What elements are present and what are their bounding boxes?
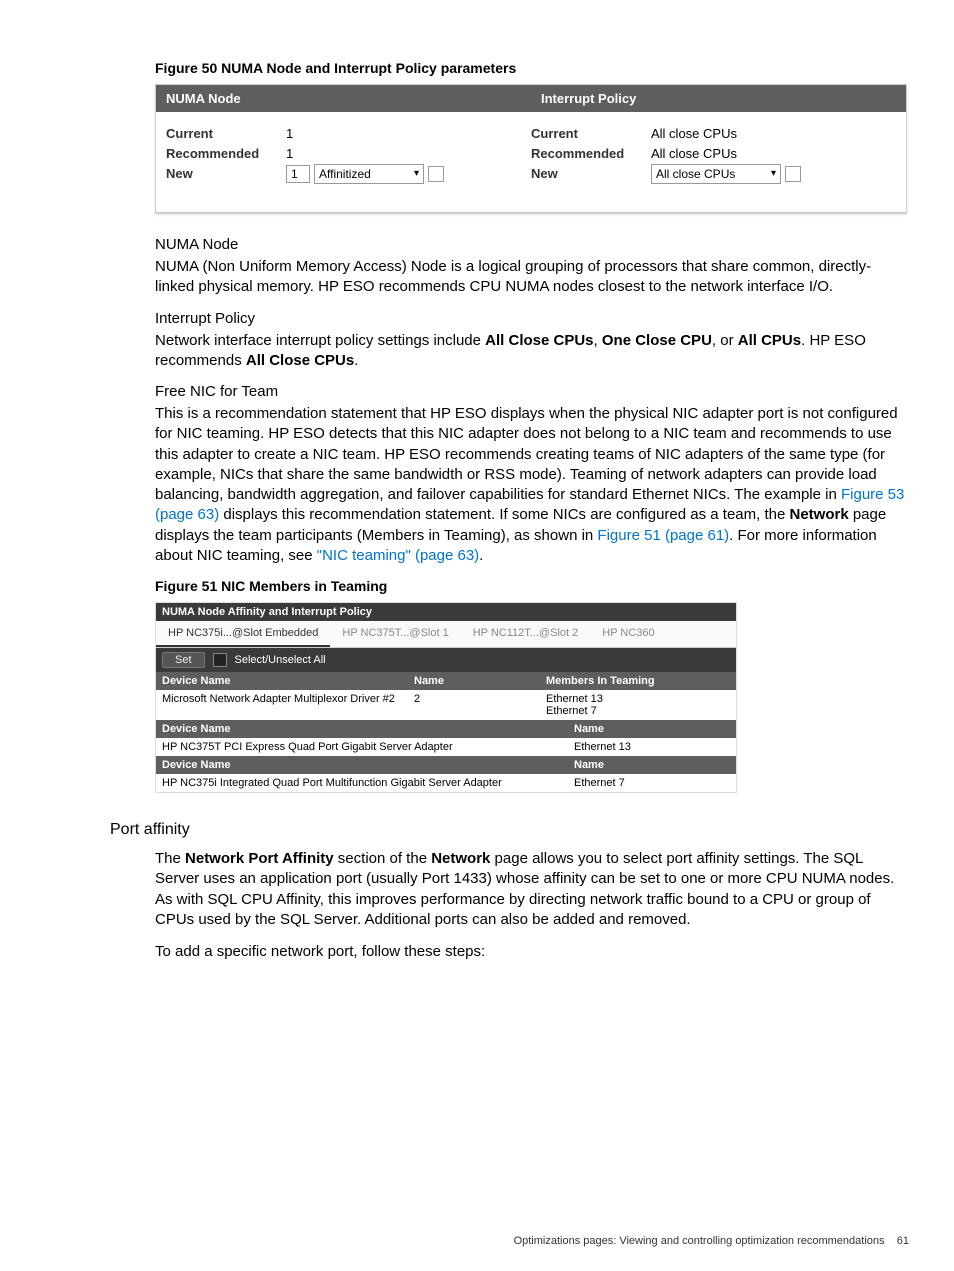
interrupt-policy-para: Network interface interrupt policy setti… xyxy=(155,331,905,372)
label-current: Current xyxy=(166,124,286,144)
ip-bold-3: All CPUs xyxy=(738,332,801,349)
interrupt-new-select[interactable]: All close CPUs ▾ xyxy=(651,164,781,184)
figure-50-panel: NUMA Node Interrupt Policy Current Recom… xyxy=(155,84,907,214)
hdr2-name: Name xyxy=(568,720,736,738)
hdr-name: Name xyxy=(408,672,540,690)
fig51-panel-title: NUMA Node Affinity and Interrupt Policy xyxy=(156,603,736,621)
label-new: New xyxy=(166,164,286,184)
link-figure-51[interactable]: Figure 51 (page 61) xyxy=(597,527,729,544)
interrupt-policy-label: Interrupt Policy xyxy=(155,310,905,327)
page-footer: Optimizations pages: Viewing and control… xyxy=(514,1235,909,1247)
set-button[interactable]: Set xyxy=(162,652,205,668)
row1-name: 2 xyxy=(408,690,540,720)
table-row: HP NC375T PCI Express Quad Port Gigabit … xyxy=(156,738,736,756)
label-new-2: New xyxy=(531,164,651,184)
hdr-device-name: Device Name xyxy=(156,672,408,690)
free-nic-label: Free NIC for Team xyxy=(155,383,905,400)
numa-current-value: 1 xyxy=(286,124,531,144)
numa-new-input[interactable] xyxy=(286,165,310,183)
pa-text-1: The xyxy=(155,850,185,867)
hdr-members: Members In Teaming xyxy=(540,672,736,690)
footer-text: Optimizations pages: Viewing and control… xyxy=(514,1235,885,1247)
figure-50-caption: Figure 50 NUMA Node and Interrupt Policy… xyxy=(155,60,909,76)
hdr3-name: Name xyxy=(568,756,736,774)
fig50-header-interrupt: Interrupt Policy xyxy=(531,85,906,112)
table-row: HP NC375i Integrated Quad Port Multifunc… xyxy=(156,774,736,792)
numa-new-select[interactable]: Affinitized ▾ xyxy=(314,164,424,184)
numa-new-select-value: Affinitized xyxy=(319,164,371,184)
label-recommended: Recommended xyxy=(166,144,286,164)
table-row: Microsoft Network Adapter Multiplexor Dr… xyxy=(156,690,736,720)
label-current-2: Current xyxy=(531,124,651,144)
tab-0[interactable]: HP NC375i...@Slot Embedded xyxy=(156,621,330,647)
hdr3-device-name: Device Name xyxy=(156,756,568,774)
tab-1[interactable]: HP NC375T...@Slot 1 xyxy=(330,621,460,647)
chevron-down-icon: ▾ xyxy=(771,164,776,184)
pa-bold-2: Network xyxy=(431,850,490,867)
interrupt-new-checkbox[interactable] xyxy=(785,166,801,182)
row1-members: Ethernet 13 Ethernet 7 xyxy=(540,690,736,720)
select-all-checkbox[interactable] xyxy=(213,653,227,667)
interrupt-current-value: All close CPUs xyxy=(651,124,896,144)
ip-bold-2: One Close CPU xyxy=(602,332,712,349)
ip-text-2: , xyxy=(594,332,602,349)
port-affinity-para-1: The Network Port Affinity section of the… xyxy=(155,849,905,930)
fig51-tabs: HP NC375i...@Slot Embedded HP NC375T...@… xyxy=(156,621,736,648)
link-nic-teaming[interactable]: "NIC teaming" (page 63) xyxy=(317,547,479,564)
select-all-label: Select/Unselect All xyxy=(235,654,326,666)
sec3-name: Ethernet 7 xyxy=(568,774,736,792)
fn-bold-1: Network xyxy=(789,506,848,523)
sec3-device: HP NC375i Integrated Quad Port Multifunc… xyxy=(156,774,568,792)
sec2-device: HP NC375T PCI Express Quad Port Gigabit … xyxy=(156,738,568,756)
row1-device: Microsoft Network Adapter Multiplexor Dr… xyxy=(156,690,408,720)
port-affinity-heading: Port affinity xyxy=(110,821,909,839)
numa-node-para: NUMA (Non Uniform Memory Access) Node is… xyxy=(155,257,905,298)
ip-text-3: , or xyxy=(712,332,738,349)
ip-text-5: . xyxy=(354,352,358,369)
fig51-set-bar: Set Select/Unselect All xyxy=(156,648,736,672)
tab-2[interactable]: HP NC112T...@Slot 2 xyxy=(461,621,591,647)
ip-text-1: Network interface interrupt policy setti… xyxy=(155,332,485,349)
sec2-name: Ethernet 13 xyxy=(568,738,736,756)
figure-51-caption: Figure 51 NIC Members in Teaming xyxy=(155,578,909,594)
tab-3[interactable]: HP NC360 xyxy=(590,621,666,647)
numa-recommended-value: 1 xyxy=(286,144,531,164)
fn-text-1: This is a recommendation statement that … xyxy=(155,405,898,503)
row1-member-a: Ethernet 13 xyxy=(546,693,730,705)
pa-bold-1: Network Port Affinity xyxy=(185,850,334,867)
fn-text-2: displays this recommendation statement. … xyxy=(219,506,789,523)
row1-member-b: Ethernet 7 xyxy=(546,705,730,717)
hdr2-device-name: Device Name xyxy=(156,720,568,738)
fn-text-5: . xyxy=(479,547,483,564)
free-nic-para: This is a recommendation statement that … xyxy=(155,404,905,566)
figure-51-panel: NUMA Node Affinity and Interrupt Policy … xyxy=(155,602,737,793)
chevron-down-icon: ▾ xyxy=(414,164,419,184)
pa-text-2: section of the xyxy=(334,850,432,867)
footer-page-number: 61 xyxy=(897,1235,909,1247)
numa-node-label: NUMA Node xyxy=(155,236,905,253)
label-recommended-2: Recommended xyxy=(531,144,651,164)
interrupt-recommended-value: All close CPUs xyxy=(651,144,896,164)
interrupt-new-select-value: All close CPUs xyxy=(656,164,735,184)
ip-bold-4: All Close CPUs xyxy=(246,352,354,369)
fig50-header-numa: NUMA Node xyxy=(156,85,531,112)
ip-bold-1: All Close CPUs xyxy=(485,332,593,349)
port-affinity-para-2: To add a specific network port, follow t… xyxy=(155,942,905,962)
numa-new-checkbox[interactable] xyxy=(428,166,444,182)
